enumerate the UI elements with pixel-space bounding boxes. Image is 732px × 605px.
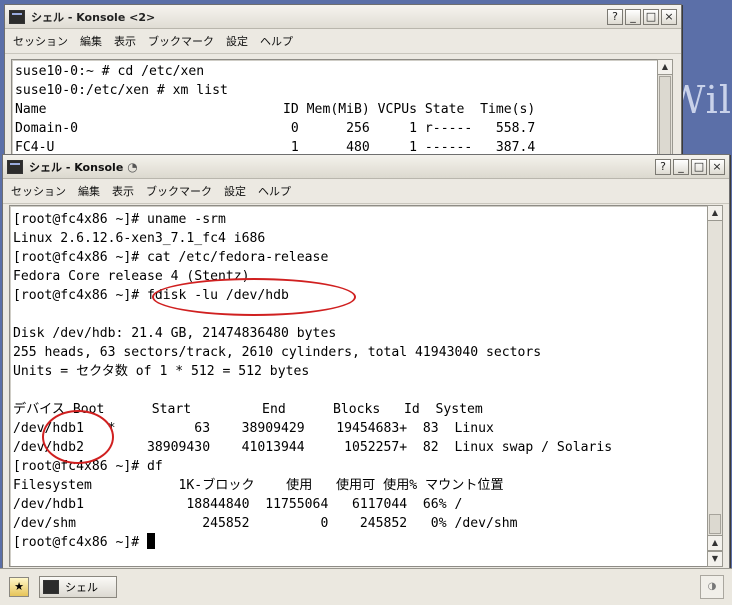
titlebar[interactable]: シェル - Konsole ◔ ? _ □ ×	[3, 155, 729, 179]
menu-help[interactable]: ヘルプ	[258, 183, 291, 199]
window-title: シェル - Konsole <2>	[31, 10, 156, 24]
help-button[interactable]: ?	[655, 158, 671, 175]
scroll-up-arrow-icon[interactable]: ▲	[658, 60, 672, 75]
swirl-icon: ◔	[127, 159, 138, 174]
terminal-line: Units = セクタ数 of 1 * 512 = 512 bytes	[13, 364, 310, 379]
scroll-thumb[interactable]	[709, 514, 721, 534]
scroll-up-arrow-icon[interactable]: ▲	[708, 206, 722, 221]
system-tray-icon[interactable]: ◑	[700, 575, 724, 599]
konsole-window-2[interactable]: シェル - Konsole <2> ? _ □ × セッション 編集 表示 ブッ…	[4, 4, 682, 167]
taskbar-task-label: シェル	[65, 581, 98, 594]
terminal-output[interactable]: [root@fc4x86 ~]# uname -srm Linux 2.6.12…	[9, 205, 714, 567]
terminal-line: Domain-0 0 256 1 r----- 558.7	[15, 121, 536, 136]
terminal-line: Fedora Core release 4 (Stentz)	[13, 269, 250, 284]
menu-session[interactable]: セッション	[13, 33, 68, 49]
menubar: セッション 編集 表示 ブックマーク 設定 ヘルプ	[5, 29, 681, 54]
menu-bookmarks[interactable]: ブックマーク	[146, 183, 212, 199]
scrollbar[interactable]: ▲ ▲ ▼	[707, 205, 723, 567]
terminal-line: suse10-0:~ # cd /etc/xen	[15, 64, 205, 79]
taskbar-task-shell[interactable]: シェル	[39, 576, 117, 598]
terminal-line: [root@fc4x86 ~]# uname -srm	[13, 212, 226, 227]
window-title: シェル - Konsole	[29, 160, 124, 174]
terminal-icon	[7, 159, 23, 174]
scrollbar[interactable]: ▲	[657, 59, 673, 165]
konsole-window[interactable]: シェル - Konsole ◔ ? _ □ × セッション 編集 表示 ブックマ…	[2, 154, 730, 570]
maximize-button[interactable]: □	[691, 158, 707, 175]
kde-menu-icon[interactable]: ★	[9, 577, 29, 597]
menu-settings[interactable]: 設定	[224, 183, 246, 199]
scroll-up-arrow-icon[interactable]: ▲	[708, 535, 722, 551]
terminal-icon	[9, 9, 25, 24]
menu-bookmarks[interactable]: ブックマーク	[148, 33, 214, 49]
menu-help[interactable]: ヘルプ	[260, 33, 293, 49]
menu-settings[interactable]: 設定	[226, 33, 248, 49]
terminal-line: /dev/hdb2 38909430 41013944 1052257+ 82 …	[13, 440, 613, 455]
menubar: セッション 編集 表示 ブックマーク 設定 ヘルプ	[3, 179, 729, 204]
terminal-output[interactable]: suse10-0:~ # cd /etc/xen suse10-0:/etc/x…	[11, 59, 664, 167]
terminal-line: suse10-0:/etc/xen # xm list	[15, 83, 228, 98]
terminal-line: 255 heads, 63 sectors/track, 2610 cylind…	[13, 345, 542, 360]
menu-view[interactable]: 表示	[114, 33, 136, 49]
scroll-down-arrow-icon[interactable]: ▼	[708, 551, 722, 566]
minimize-button[interactable]: _	[673, 158, 689, 175]
terminal-line: Linux 2.6.12.6-xen3_7.1_fc4 i686	[13, 231, 266, 246]
terminal-line: /dev/hdb1 * 63 38909429 19454683+ 83 Lin…	[13, 421, 494, 436]
titlebar[interactable]: シェル - Konsole <2> ? _ □ ×	[5, 5, 681, 29]
help-button[interactable]: ?	[607, 8, 623, 25]
terminal-line: [root@fc4x86 ~]# df	[13, 459, 163, 474]
menu-edit[interactable]: 編集	[80, 33, 102, 49]
terminal-prompt: [root@fc4x86 ~]#	[13, 535, 148, 550]
menu-view[interactable]: 表示	[112, 183, 134, 199]
terminal-prompt-line[interactable]: [root@fc4x86 ~]#	[13, 533, 713, 552]
text-cursor	[147, 533, 156, 549]
menu-session[interactable]: セッション	[11, 183, 66, 199]
menu-edit[interactable]: 編集	[78, 183, 100, 199]
terminal-icon	[43, 580, 59, 594]
terminal-line: Disk /dev/hdb: 21.4 GB, 21474836480 byte…	[13, 326, 337, 341]
close-button[interactable]: ×	[709, 158, 725, 175]
terminal-line: /dev/shm 245852 0 245852 0% /dev/shm	[13, 516, 518, 531]
minimize-button[interactable]: _	[625, 8, 641, 25]
terminal-line: Filesystem 1K-ブロック 使用 使用可 使用% マウント位置	[13, 478, 504, 493]
terminal-line: [root@fc4x86 ~]# fdisk -lu /dev/hdb	[13, 288, 289, 303]
terminal-line: /dev/hdb1 18844840 11755064 6117044 66% …	[13, 497, 463, 512]
close-button[interactable]: ×	[661, 8, 677, 25]
scroll-thumb[interactable]	[659, 76, 671, 156]
terminal-line: Name ID Mem(MiB) VCPUs State Time(s)	[15, 102, 536, 117]
maximize-button[interactable]: □	[643, 8, 659, 25]
taskbar: ★ シェル ◑	[0, 568, 732, 605]
terminal-line: デバイス Boot Start End Blocks Id System	[13, 402, 483, 417]
terminal-line: [root@fc4x86 ~]# cat /etc/fedora-release	[13, 250, 329, 265]
